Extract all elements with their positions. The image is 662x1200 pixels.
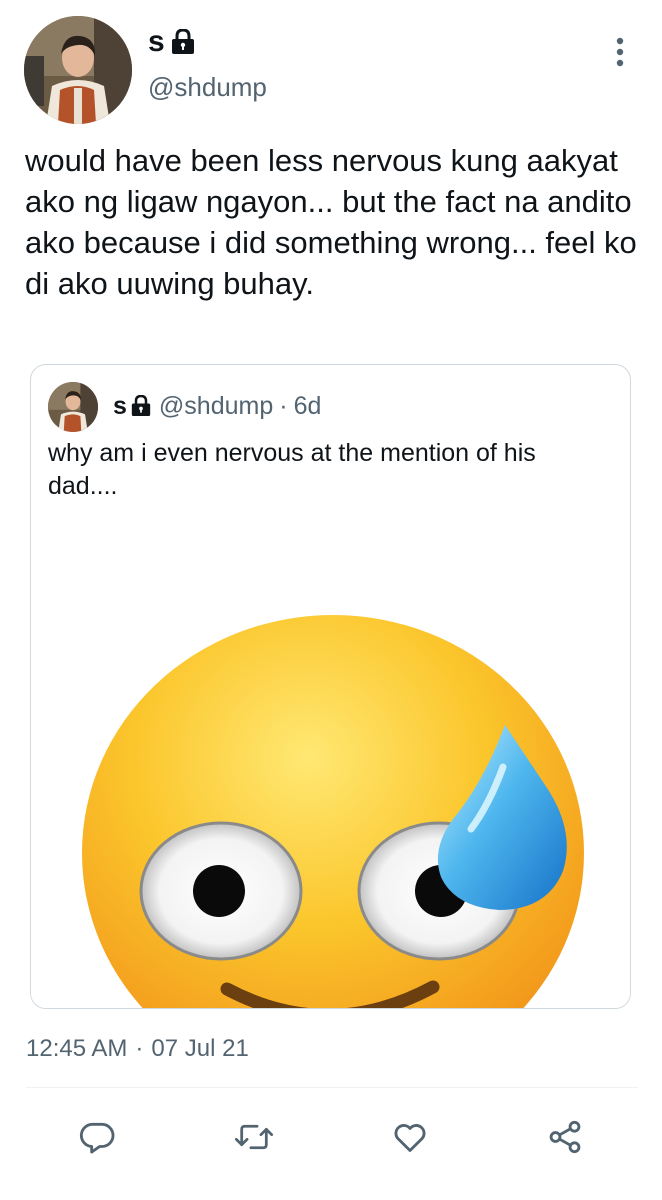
reply-button[interactable]	[78, 1117, 118, 1157]
quoted-author-avatar	[48, 382, 98, 432]
tweet-time: 12:45 AM	[26, 1035, 128, 1062]
share-icon	[549, 1120, 581, 1154]
quoted-author-handle: @shdump	[158, 392, 274, 420]
author-handle[interactable]: @shdump	[148, 72, 267, 102]
quoted-media-image[interactable]	[31, 515, 630, 1008]
separator-dot: ·	[135, 1035, 144, 1062]
quoted-tweet[interactable]: s @shdump · 6d why am i even nervous at …	[30, 364, 631, 1009]
tweet-date: 07 Jul 21	[151, 1035, 249, 1062]
retweet-icon	[234, 1124, 274, 1150]
retweet-button[interactable]	[234, 1117, 274, 1157]
separator-dot: ·	[279, 392, 288, 420]
tweet-card: s @shdump would have been less nervous k…	[0, 0, 662, 1200]
lock-icon	[131, 395, 151, 417]
tweet-text: would have been less nervous kung aakyat…	[25, 143, 637, 301]
quoted-header: s @shdump · 6d	[113, 391, 321, 421]
author-avatar[interactable]	[24, 16, 132, 124]
reply-icon	[79, 1122, 115, 1154]
more-options-icon[interactable]	[606, 34, 634, 70]
like-button[interactable]	[390, 1117, 430, 1157]
author-name[interactable]: s	[148, 26, 195, 58]
quoted-tweet-text: why am i even nervous at the mention of …	[48, 439, 536, 500]
lock-icon	[171, 29, 195, 55]
quoted-author-name: s	[113, 392, 127, 420]
quoted-relative-time: 6d	[293, 392, 322, 420]
tweet-timestamp[interactable]: 12:45 AM · 07 Jul 21	[26, 1034, 249, 1064]
heart-icon	[394, 1124, 426, 1152]
divider	[26, 1087, 638, 1088]
share-button[interactable]	[545, 1117, 585, 1157]
sweat-smile-emoji-icon	[82, 615, 584, 1008]
